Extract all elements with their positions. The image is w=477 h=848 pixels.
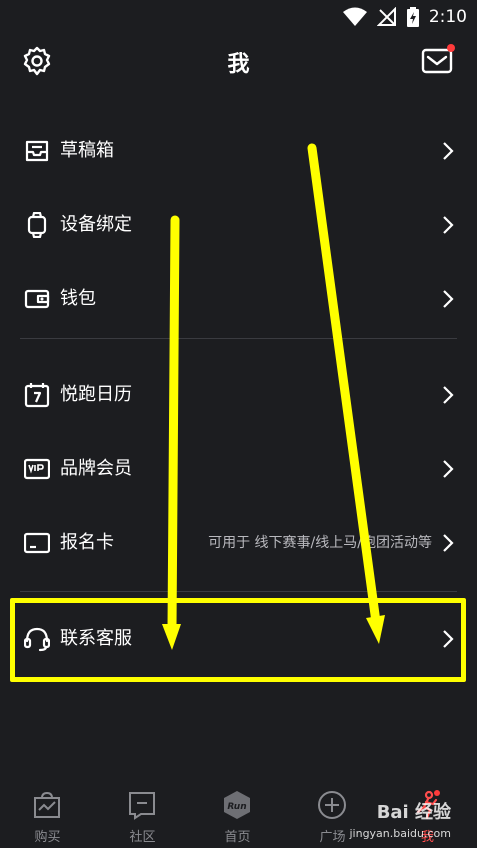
no-signal-icon [376,7,396,26]
menu-item-registration-card[interactable]: 报名卡 可用于 线下赛事/线上马/跑团活动等 [0,514,477,574]
menu-item-calendar[interactable]: 悦跑日历 [0,366,477,426]
menu-item-label: 悦跑日历 [60,384,132,405]
status-time: 2:10 [428,7,467,27]
shopping-bag-icon [34,791,60,818]
watch-icon [27,212,47,238]
chevron-right-icon [443,386,454,404]
card-icon [24,532,50,554]
section-divider [20,591,457,592]
nav-item-community[interactable]: 社区 [95,782,190,848]
chevron-right-icon [443,290,454,308]
watermark-brand: Bai 经验 [376,802,451,823]
wifi-icon [342,7,367,26]
nav-item-buy[interactable]: 购买 [0,782,95,848]
menu-item-wallet[interactable]: 钱包 [0,270,477,330]
watermark-url: jingyan.baidu.com [349,827,451,840]
nav-label: 社区 [129,830,156,845]
menu-item-label: 钱包 [60,288,96,309]
calendar-icon [24,383,50,408]
menu-item-device-binding[interactable]: 设备绑定 [0,196,477,256]
chevron-right-icon [443,142,454,160]
highlight-box [10,598,466,682]
menu-item-label: 品牌会员 [60,458,132,479]
page-title: 我 [227,52,250,77]
vip-card-icon [24,458,50,480]
menu-item-label: 草稿箱 [60,140,114,161]
menu-item-label: 报名卡 [60,532,114,553]
nav-label: 首页 [224,830,251,845]
nav-label: 购买 [34,830,61,845]
menu-item-label: 设备绑定 [60,214,132,235]
menu-item-brand-member[interactable]: 品牌会员 [0,440,477,500]
run-logo-icon: Run [224,791,250,819]
section-divider [20,338,457,339]
chat-icon [129,792,155,820]
nav-item-home[interactable]: Run 首页 [190,782,285,848]
plus-circle-icon [318,791,346,819]
chevron-right-icon [443,460,454,478]
chevron-right-icon [443,216,454,234]
messages-button[interactable] [421,44,455,76]
menu-item-drafts[interactable]: 草稿箱 [0,122,477,182]
run-logo-text: Run [227,802,246,812]
status-bar: 2:10 [0,0,477,34]
unread-badge [447,44,455,52]
header: 我 [0,38,477,86]
chevron-right-icon [443,534,454,552]
wallet-icon [24,289,50,309]
menu-item-hint: 可用于 线下赛事/线上马/跑团活动等 [208,535,432,551]
battery-charging-icon [406,7,419,27]
inbox-tray-icon [25,140,49,162]
